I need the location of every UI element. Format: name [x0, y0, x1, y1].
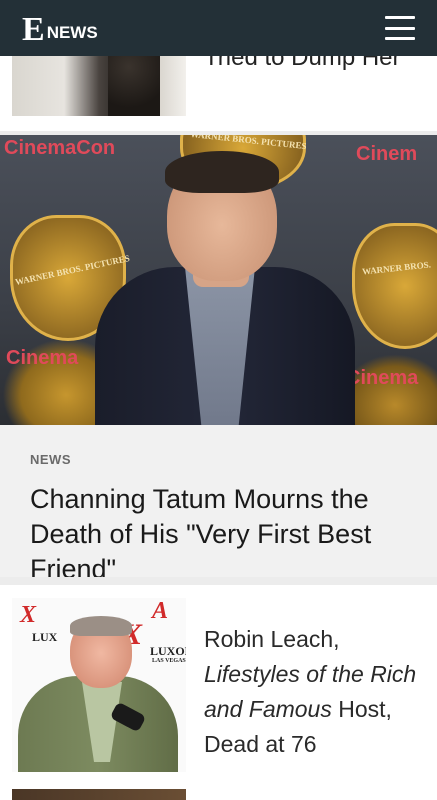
logo-news: NEWS [46, 23, 98, 42]
las-vegas-label: LAS VEGAS [152, 658, 186, 664]
hero-image[interactable]: WARNER BROS. PICTURES WARNER BROS. PICTU… [0, 135, 437, 425]
story-title-bottom[interactable]: Robin Leach, Lifestyles of the Rich and … [204, 622, 429, 762]
logo-e: E [22, 11, 45, 48]
luxor-logo-left: LUX [32, 630, 58, 644]
thumbnail-figure [108, 46, 160, 116]
title-pre: Robin Leach, [204, 626, 340, 652]
hero-headline[interactable]: Channing Tatum Mourns the Death of His "… [30, 482, 425, 587]
backdrop-x-mark: A [152, 598, 169, 624]
next-story-thumbnail[interactable] [12, 789, 186, 800]
menu-line [385, 37, 415, 40]
cinemacon-logo-right-top: Cinem [356, 143, 418, 165]
portrait-hair [165, 151, 279, 193]
story-thumbnail-bottom[interactable]: X A LUX LUXOR LAS VEGAS X [12, 598, 186, 772]
cinemacon-logo-right-bottom: Cinema [346, 367, 419, 389]
app-header: E NEWS [0, 0, 437, 56]
hero-portrait [95, 151, 355, 425]
backdrop-x-mark: X [20, 602, 37, 628]
card-divider [0, 577, 437, 585]
enews-logo[interactable]: E NEWS [22, 11, 98, 48]
luxor-logo-right: LUXOR [150, 644, 186, 658]
portrait-hair [70, 616, 132, 636]
story-category[interactable]: NEWS [30, 452, 71, 467]
menu-line [385, 16, 415, 19]
hamburger-menu-icon[interactable] [385, 16, 415, 40]
menu-line [385, 26, 415, 30]
cinemacon-logo-left-bottom: Cinema [6, 347, 79, 369]
